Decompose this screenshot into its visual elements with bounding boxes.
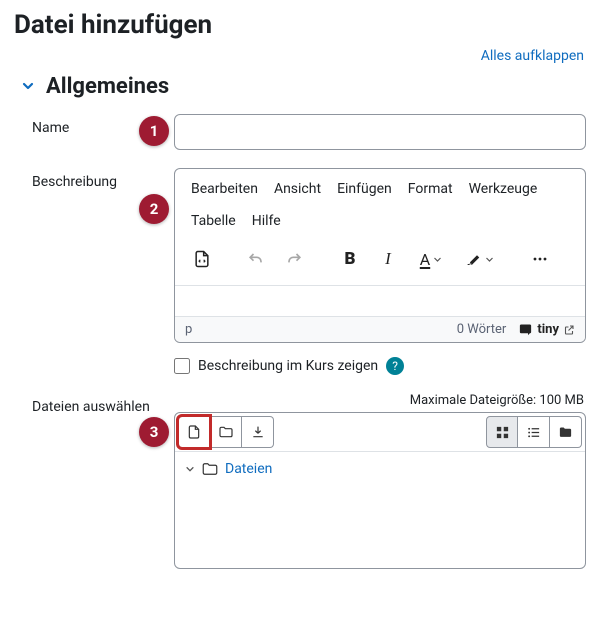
step-marker-1: 1 (139, 116, 169, 146)
editor-bold-button[interactable]: B (333, 243, 367, 275)
redo-icon (284, 249, 304, 269)
editor-undo-button[interactable] (239, 243, 273, 275)
editor-menu-view[interactable]: Ansicht (274, 181, 321, 197)
editor-menu-edit[interactable]: Bearbeiten (191, 181, 258, 197)
grid-icon (495, 425, 510, 440)
filepicker-add-file-button[interactable] (178, 416, 210, 448)
show-description-label: Beschreibung im Kurs zeigen (198, 358, 378, 374)
editor-branding[interactable]: tiny (518, 322, 575, 337)
editor-menu-tools[interactable]: Werkzeuge (469, 181, 538, 197)
rich-text-editor: Bearbeiten Ansicht Einfügen Format Werkz… (174, 168, 586, 343)
name-label: Name (32, 120, 69, 136)
more-icon (530, 249, 550, 269)
editor-menu-table[interactable]: Tabelle (191, 213, 236, 229)
editor-more-button[interactable] (523, 243, 557, 275)
file-icon (186, 424, 202, 440)
step-marker-3: 3 (139, 417, 169, 447)
help-icon[interactable]: ? (386, 357, 404, 375)
italic-icon: I (385, 249, 391, 269)
name-input[interactable] (174, 114, 586, 150)
chevron-down-icon (485, 255, 494, 264)
filepicker-view-list-button[interactable] (518, 416, 550, 448)
undo-icon (246, 249, 266, 269)
editor-content-area[interactable] (175, 286, 585, 316)
section-title: Allgemeines (46, 74, 169, 99)
editor-italic-button[interactable]: I (371, 243, 405, 275)
collapse-section-button[interactable] (14, 72, 42, 100)
bold-icon: B (345, 249, 356, 269)
step-marker-2: 2 (139, 194, 169, 224)
max-file-size-text: Maximale Dateigröße: 100 MB (174, 393, 586, 408)
external-link-icon (563, 324, 575, 336)
filepicker-root-link[interactable]: Dateien (225, 461, 272, 477)
editor-path[interactable]: p (185, 322, 192, 337)
list-icon (526, 425, 541, 440)
expand-all-link[interactable]: Alles aufklappen (481, 48, 584, 64)
editor-textcolor-button[interactable]: A (409, 243, 453, 275)
editor-redo-button[interactable] (277, 243, 311, 275)
description-label: Beschreibung (32, 174, 117, 190)
file-picker: Dateien (174, 412, 586, 569)
page-title: Datei hinzufügen (14, 10, 586, 40)
highlight-icon (465, 250, 483, 268)
show-description-checkbox[interactable] (174, 358, 190, 374)
filepicker-view-grid-button[interactable] (486, 416, 518, 448)
editor-word-count: 0 Wörter (457, 322, 507, 337)
editor-code-button[interactable] (185, 243, 219, 275)
files-label: Dateien auswählen (32, 399, 150, 415)
editor-menu-help[interactable]: Hilfe (252, 213, 281, 229)
download-icon (250, 424, 266, 440)
file-code-icon (192, 249, 212, 269)
editor-toolbar: B I A (175, 239, 585, 286)
text-color-icon: A (420, 250, 430, 269)
tiny-logo-icon (518, 322, 533, 337)
editor-highlight-button[interactable] (457, 243, 501, 275)
folder-outline-icon (201, 460, 219, 478)
tree-toggle-icon[interactable] (185, 464, 195, 474)
editor-menubar: Bearbeiten Ansicht Einfügen Format Werkz… (175, 169, 585, 239)
chevron-down-icon (433, 255, 442, 264)
filepicker-view-tree-button[interactable] (550, 416, 582, 448)
chevron-down-icon (20, 78, 36, 94)
folder-solid-icon (558, 425, 573, 440)
folder-icon (218, 424, 234, 440)
editor-menu-insert[interactable]: Einfügen (337, 181, 392, 197)
filepicker-download-button[interactable] (242, 416, 274, 448)
editor-menu-format[interactable]: Format (408, 181, 453, 197)
filepicker-add-folder-button[interactable] (210, 416, 242, 448)
